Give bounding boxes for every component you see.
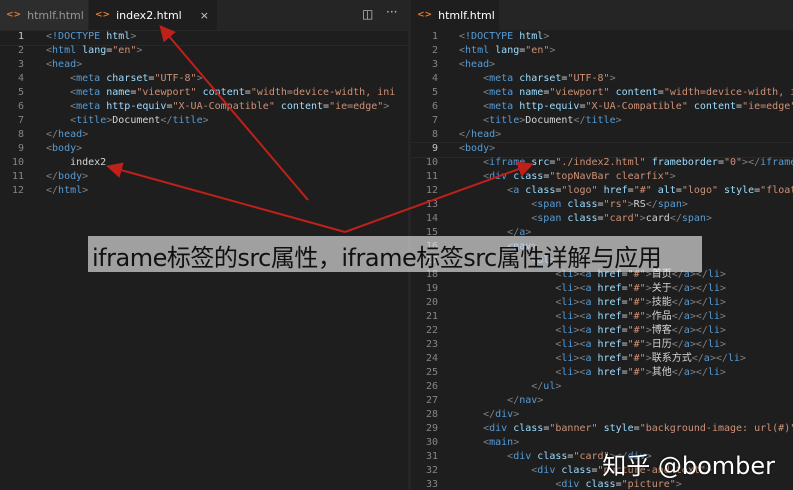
caption-banner: iframe标签的src属性，iframe标签src属性详解与应用	[88, 236, 702, 272]
caption-text: iframe标签的src属性，iframe标签src属性详解与应用	[92, 244, 662, 272]
watermark: 知乎 @bomber	[602, 452, 775, 480]
arrow-to-tab	[159, 24, 309, 201]
arrow-from-iframe	[344, 161, 534, 233]
arrow-to-content	[106, 162, 346, 233]
